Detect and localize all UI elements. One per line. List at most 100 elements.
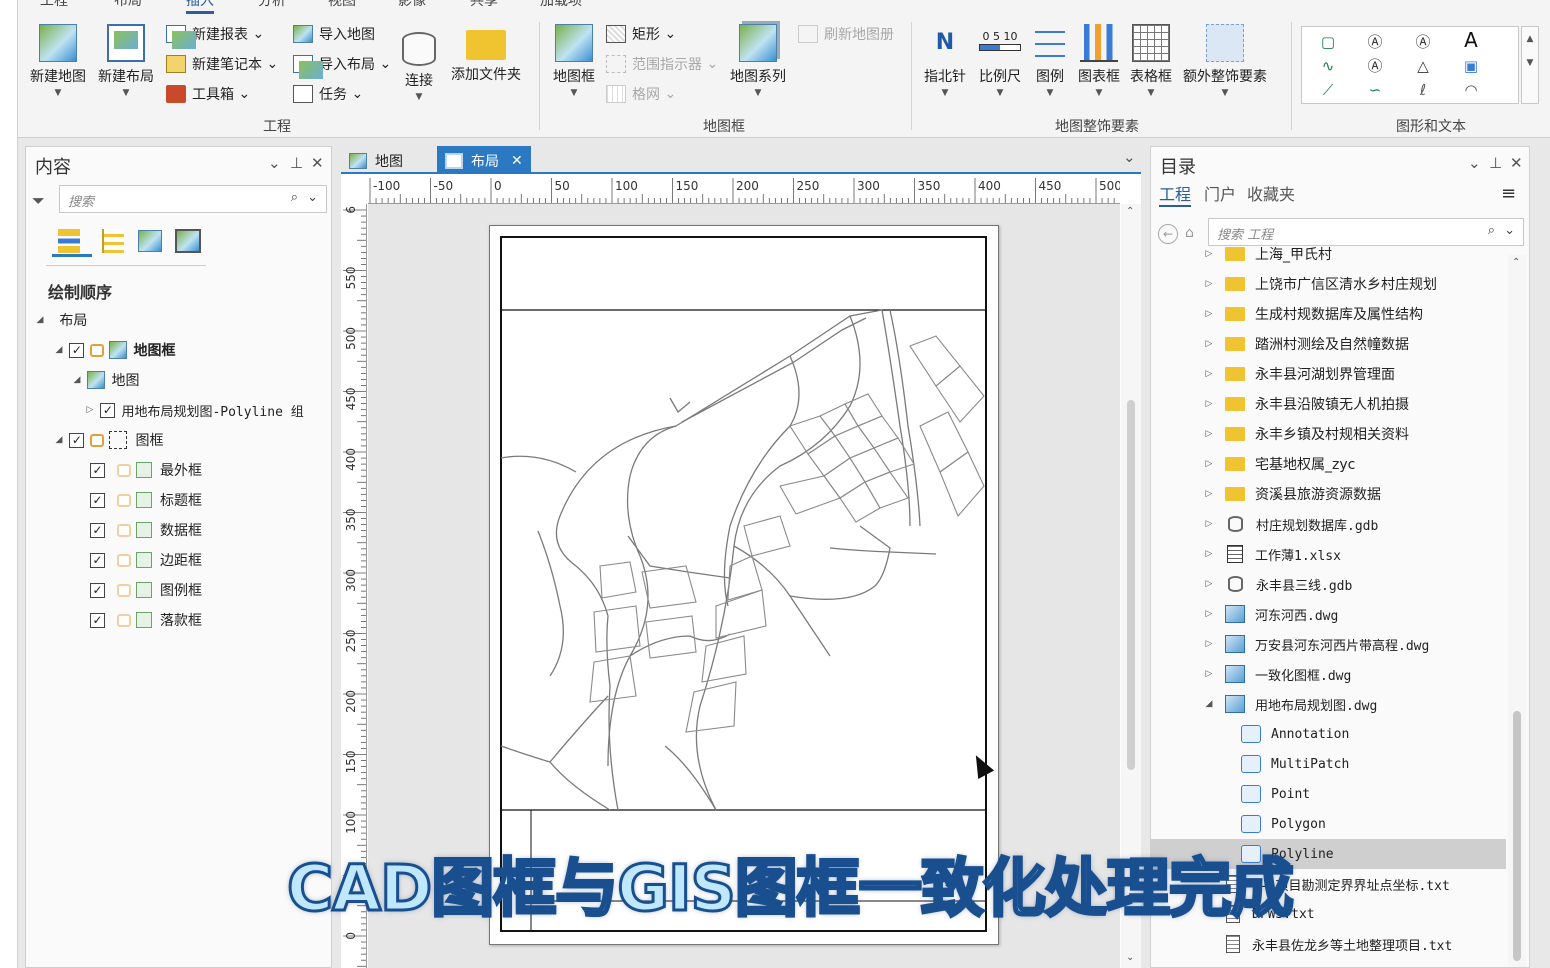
tab-catalog-portal[interactable]: 门户 bbox=[1204, 181, 1236, 205]
catalog-search-input[interactable]: 搜索 工程 ⌕ ⌄ bbox=[1208, 218, 1524, 246]
curve-icon[interactable]: ∽ bbox=[1364, 79, 1386, 101]
tree-node-frame-group[interactable]: ◢ ✓ 图框 bbox=[53, 427, 163, 453]
lock-icon[interactable] bbox=[117, 523, 131, 537]
tree-node-polyline-layer[interactable]: ▷ ✓ 用地布局规划图-Polyline 组 bbox=[84, 397, 304, 423]
tab-insert[interactable]: 插入 bbox=[186, 0, 214, 14]
catalog-item[interactable]: Polygon bbox=[1151, 809, 1506, 839]
lock-icon[interactable] bbox=[117, 583, 131, 597]
chart-frame-button[interactable]: 图表框 ▼ bbox=[1078, 24, 1120, 98]
catalog-item[interactable]: ▷ 河东河西.dwg bbox=[1151, 599, 1506, 629]
tab-map-view[interactable]: 地图 bbox=[341, 146, 411, 172]
grid-button[interactable]: 格网 ⌄ bbox=[606, 83, 676, 105]
visibility-checkbox[interactable]: ✓ bbox=[90, 612, 105, 628]
catalog-item[interactable]: ▷ 永丰县沿陂镇无人机拍摄 bbox=[1151, 389, 1506, 419]
picture-icon[interactable]: ▣ bbox=[1460, 55, 1482, 77]
pin-icon[interactable]: ⊥ bbox=[1489, 154, 1502, 172]
catalog-item[interactable]: MultiPatch bbox=[1151, 749, 1506, 779]
tree-node-frame-item[interactable]: ✓ 最外框 bbox=[90, 457, 202, 483]
task-button[interactable]: 任务 ⌄ bbox=[293, 83, 363, 105]
expand-icon[interactable]: ▷ bbox=[1203, 279, 1215, 289]
catalog-item[interactable]: ▷ 上海_甲氏村 bbox=[1151, 245, 1506, 269]
new-notebook-button[interactable]: 新建笔记本 ⌄ bbox=[166, 53, 278, 75]
import-map-button[interactable]: 导入地图 bbox=[293, 23, 375, 45]
home-icon[interactable]: ⌂ bbox=[1185, 225, 1194, 241]
catalog-item[interactable]: ▷ 生成村规数据库及属性结构 bbox=[1151, 299, 1506, 329]
toolbox-button[interactable]: 工具箱 ⌄ bbox=[166, 83, 250, 105]
lock-icon[interactable] bbox=[117, 493, 131, 507]
catalog-item[interactable]: ▷ 一致化图框.dwg bbox=[1151, 659, 1506, 689]
scroll-down-icon[interactable]: ⌄ bbox=[1126, 952, 1134, 963]
text-box-icon[interactable]: Ⓐ bbox=[1364, 31, 1386, 53]
extent-indicator-button[interactable]: 范围指示器 ⌄ bbox=[606, 53, 718, 75]
lock-icon[interactable] bbox=[117, 613, 131, 627]
expand-icon[interactable]: ▷ bbox=[1203, 489, 1215, 499]
tab-addins[interactable]: 加载项 bbox=[540, 0, 582, 10]
close-icon[interactable]: ✕ bbox=[1510, 154, 1523, 172]
catalog-item[interactable]: ▷ 永丰县河湖划界管理面 bbox=[1151, 359, 1506, 389]
expand-icon[interactable]: ▷ bbox=[1203, 369, 1215, 379]
rectangle-button[interactable]: 矩形 ⌄ bbox=[606, 23, 676, 45]
contents-search-input[interactable]: 搜索 ⌕ ⌄ bbox=[59, 185, 327, 213]
connect-button[interactable]: 连接 ▼ bbox=[402, 32, 436, 102]
text-callout-icon[interactable]: Ⓐ bbox=[1412, 31, 1434, 53]
expand-icon[interactable]: ▷ bbox=[1203, 399, 1215, 409]
catalog-item[interactable]: ▷ 村庄规划数据库.gdb bbox=[1151, 509, 1506, 539]
chevron-down-icon[interactable]: ⌄ bbox=[1123, 148, 1136, 166]
tab-project[interactable]: 工程 bbox=[40, 0, 68, 10]
collapse-icon[interactable]: ◢ bbox=[1203, 699, 1215, 709]
hamburger-menu-icon[interactable]: ≡ bbox=[1501, 183, 1516, 204]
list-by-labeling-icon[interactable] bbox=[174, 227, 204, 257]
visibility-checkbox[interactable]: ✓ bbox=[69, 342, 85, 358]
pane-menu-icon[interactable]: ⌄ bbox=[1468, 154, 1481, 172]
refresh-map-series-button[interactable]: 刷新地图册 bbox=[798, 23, 894, 45]
tree-node-frame-item[interactable]: ✓ 图例框 bbox=[90, 577, 202, 603]
tab-view[interactable]: 视图 bbox=[328, 0, 356, 10]
import-layout-button[interactable]: 导入布局 ⌄ bbox=[293, 53, 391, 79]
chevron-down-icon[interactable]: ⌄ bbox=[1504, 223, 1515, 238]
text-icon[interactable]: A bbox=[1460, 29, 1482, 51]
legend-button[interactable]: 图例 ▼ bbox=[1035, 24, 1065, 98]
expand-icon[interactable]: ▷ bbox=[84, 405, 96, 415]
scroll-up-icon[interactable]: ⌃ bbox=[1512, 257, 1520, 268]
list-by-drawing-order-icon[interactable] bbox=[52, 227, 92, 257]
lock-icon[interactable] bbox=[90, 433, 105, 447]
scrollbar-thumb[interactable] bbox=[1513, 711, 1521, 961]
search-icon[interactable]: ⌕ bbox=[291, 190, 298, 205]
lock-icon[interactable] bbox=[117, 463, 131, 477]
collapse-icon[interactable]: ◢ bbox=[34, 315, 46, 325]
tree-node-map-frame[interactable]: ◢ ✓ 地图框 bbox=[53, 337, 175, 363]
list-by-source-icon[interactable] bbox=[98, 227, 128, 257]
scrollbar-thumb[interactable] bbox=[1127, 400, 1135, 770]
catalog-item[interactable]: Point bbox=[1151, 779, 1506, 809]
expand-icon[interactable]: ▷ bbox=[1203, 669, 1215, 679]
lock-icon[interactable] bbox=[117, 553, 131, 567]
tree-node-layout[interactable]: ◢ 布局 bbox=[34, 307, 88, 333]
collapse-icon[interactable]: ◢ bbox=[71, 375, 83, 385]
expand-icon[interactable]: ▷ bbox=[1203, 459, 1215, 469]
new-report-button[interactable]: 新建报表 ⌄ bbox=[166, 23, 264, 49]
tab-layout-view[interactable]: 布局 ✕ bbox=[437, 146, 531, 172]
table-frame-button[interactable]: 表格框 ▼ bbox=[1130, 24, 1172, 98]
list-by-selection-icon[interactable] bbox=[136, 227, 166, 257]
expand-icon[interactable]: ▷ bbox=[1203, 309, 1215, 319]
expand-icon[interactable]: ▷ bbox=[1203, 249, 1215, 259]
tree-node-frame-item[interactable]: ✓ 落款框 bbox=[90, 607, 202, 633]
visibility-checkbox[interactable]: ✓ bbox=[90, 462, 105, 478]
catalog-item[interactable]: Annotation bbox=[1151, 719, 1506, 749]
tree-node-frame-item[interactable]: ✓ 标题框 bbox=[90, 487, 202, 513]
outer-frame[interactable] bbox=[500, 236, 987, 932]
gallery-scroll[interactable]: ▲ ▼ bbox=[1521, 26, 1539, 104]
visibility-checkbox[interactable]: ✓ bbox=[90, 582, 105, 598]
pane-menu-icon[interactable]: ⌄ bbox=[268, 154, 281, 172]
visibility-checkbox[interactable]: ✓ bbox=[90, 552, 105, 568]
scale-bar-button[interactable]: 0 5 10 比例尺 ▼ bbox=[979, 24, 1021, 98]
catalog-item[interactable]: ▷ 踏洲村测绘及自然幢数据 bbox=[1151, 329, 1506, 359]
chevron-down-icon[interactable]: ⌄ bbox=[307, 190, 318, 205]
filter-icon[interactable]: ⏷ bbox=[32, 191, 45, 211]
visibility-checkbox[interactable]: ✓ bbox=[100, 402, 116, 418]
rectangle-shape-icon[interactable]: ▢ bbox=[1317, 31, 1339, 53]
tab-catalog-project[interactable]: 工程 bbox=[1159, 181, 1192, 207]
expand-icon[interactable]: ▷ bbox=[1203, 609, 1215, 619]
arc-icon[interactable]: ◠ bbox=[1460, 79, 1482, 101]
layout-page[interactable] bbox=[489, 225, 999, 945]
